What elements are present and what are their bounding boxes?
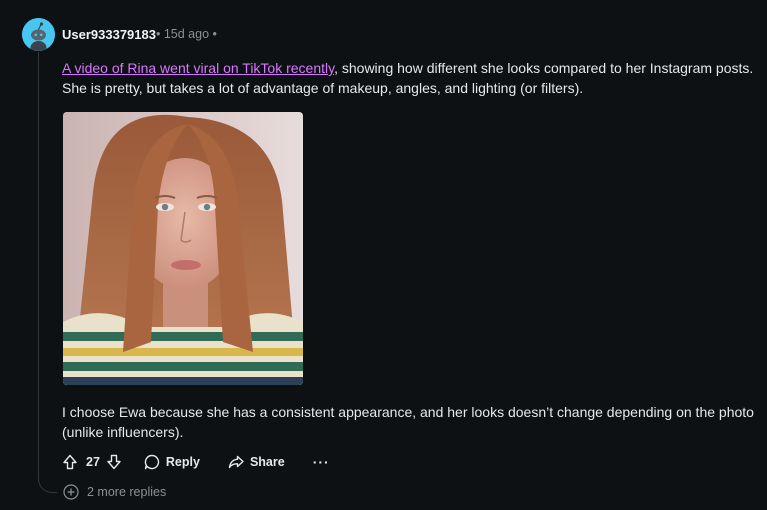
avatar[interactable] — [22, 18, 55, 51]
downvote-icon — [107, 454, 121, 470]
share-icon — [228, 455, 244, 469]
comment-paragraph-1: A video of Rina went viral on TikTok rec… — [62, 58, 762, 98]
upvote-button[interactable] — [62, 454, 78, 470]
reply-button[interactable]: Reply — [144, 454, 200, 470]
more-options-button[interactable]: ··· — [313, 454, 330, 470]
avatar-icon — [22, 18, 55, 51]
plus-circle-icon — [63, 484, 79, 500]
more-replies-button[interactable]: 2 more replies — [63, 484, 166, 500]
comment-thread: User933379183 • 15d ago • A video of Rin… — [0, 0, 767, 510]
thread-connector — [38, 472, 57, 493]
more-icon: ··· — [312, 454, 330, 470]
downvote-button[interactable] — [106, 454, 122, 470]
thread-line[interactable] — [38, 52, 39, 482]
share-label: Share — [249, 455, 285, 469]
comment-icon — [144, 454, 160, 470]
comment-actions: 27 Reply Share ··· — [62, 451, 330, 473]
reply-label: Reply — [165, 455, 200, 469]
share-button[interactable]: Share — [228, 454, 285, 470]
more-replies-label: 2 more replies — [87, 485, 167, 499]
tiktok-video-link[interactable]: A video of Rina went viral on TikTok rec… — [62, 60, 334, 76]
vote-count: 27 — [86, 455, 100, 469]
upvote-icon — [63, 454, 77, 470]
comment-meta: • 15d ago • — [156, 27, 217, 41]
portrait-image — [63, 112, 303, 385]
comment-image[interactable] — [63, 112, 303, 385]
comment-author[interactable]: User933379183 — [62, 27, 156, 42]
comment-paragraph-2: I choose Ewa because she has a consisten… — [62, 404, 754, 440]
